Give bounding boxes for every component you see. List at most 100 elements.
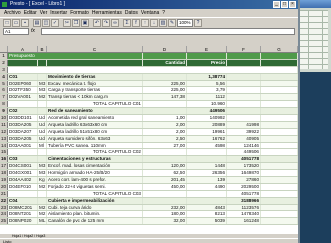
cell-empty[interactable] xyxy=(261,177,298,183)
cell-amount[interactable]: 4051778 xyxy=(227,156,261,163)
row-number[interactable]: 19 xyxy=(0,177,8,183)
column-header-d[interactable]: D xyxy=(143,46,187,52)
autosum-icon[interactable]: Σ xyxy=(123,19,131,27)
cell-code[interactable]: D02EP060 xyxy=(8,80,38,87)
cell-empty[interactable] xyxy=(261,190,298,197)
cell-empty[interactable] xyxy=(261,204,298,211)
menu-ventana[interactable]: Ventana xyxy=(141,9,159,17)
menu-help[interactable]: ? xyxy=(162,9,165,17)
cell-quantity[interactable]: 225,00 xyxy=(143,80,187,87)
cell-code[interactable] xyxy=(8,190,38,197)
row-number[interactable]: 3 xyxy=(0,66,8,73)
cell-quantity[interactable]: 2,00 xyxy=(143,121,187,128)
cell-empty[interactable] xyxy=(261,218,298,225)
cell-quantity[interactable] xyxy=(143,156,187,163)
cell-quantity[interactable]: 2,50 xyxy=(143,135,187,142)
cell-amount[interactable] xyxy=(227,94,261,101)
cell-code[interactable]: D02TF350 xyxy=(8,87,38,94)
cell-price[interactable] xyxy=(187,156,227,163)
cell-quantity[interactable]: 120,00 xyxy=(143,163,187,170)
cell-description[interactable]: Hormigón armado HA-25/B/20 xyxy=(47,170,143,177)
formula-input[interactable] xyxy=(41,28,295,35)
cell-quantity[interactable] xyxy=(143,101,187,108)
cell-description[interactable]: Acero corr. lam-400 s prefor. xyxy=(47,177,143,183)
cell-empty[interactable] xyxy=(261,108,298,115)
paste-icon[interactable]: ▣ xyxy=(81,19,89,27)
cell-unit[interactable]: Ud xyxy=(38,121,47,128)
cell-code[interactable]: D03DA205 xyxy=(8,135,38,142)
cell-quantity[interactable]: 62,50 xyxy=(143,170,187,177)
table-row[interactable]: 18 D04GX001 M3 Hormigón armado HA-25/B/20 62… xyxy=(0,170,298,178)
cell-unit[interactable]: M2 xyxy=(38,204,47,211)
new-file-icon[interactable]: □ xyxy=(3,19,11,27)
cell-unit[interactable]: Kg xyxy=(38,177,47,183)
row-number[interactable]: 10 xyxy=(0,115,8,121)
cell-unit[interactable]: M3 xyxy=(38,163,47,170)
help-icon[interactable]: ? xyxy=(194,19,202,27)
redo-icon[interactable]: ↷ xyxy=(102,19,110,27)
cell-price[interactable]: 1448 xyxy=(187,163,227,170)
row-number[interactable]: 15 xyxy=(0,149,8,156)
column-header-e[interactable]: E xyxy=(187,46,227,52)
zoom-select[interactable]: 100% xyxy=(177,19,193,27)
cell-description[interactable]: Carga y transporte tierras xyxy=(47,87,143,94)
row-number[interactable]: 20 xyxy=(0,183,8,190)
cut-icon[interactable]: ✂ xyxy=(63,19,71,27)
row-number[interactable]: 5 xyxy=(0,80,8,87)
cell-code[interactable]: D04CS001 xyxy=(8,163,38,170)
cell-amount[interactable]: 40905 xyxy=(227,135,261,142)
cell-unit[interactable] xyxy=(38,73,47,80)
row-number[interactable]: 18 xyxy=(0,170,8,177)
cell-quantity[interactable] xyxy=(143,149,187,156)
cell-price[interactable]: 4598 xyxy=(187,142,227,149)
cell-price[interactable]: 4490 xyxy=(187,183,227,190)
table-row[interactable]: 9 C02 Red de saneamiento 449506 xyxy=(0,108,298,116)
menu-datos[interactable]: Datos xyxy=(125,9,138,17)
cell-description[interactable]: TOTAL CAPITULO C02 xyxy=(47,149,143,156)
cell-empty[interactable] xyxy=(261,80,298,87)
column-title-row[interactable]: 2 Cantidad Precio xyxy=(0,59,298,67)
cell-amount[interactable]: 449506 xyxy=(227,149,261,156)
cell-price[interactable]: 1112 xyxy=(187,94,227,101)
maximize-button[interactable]: □ xyxy=(281,1,288,8)
cell-price[interactable]: 1,38774 xyxy=(187,73,227,80)
cell-empty[interactable] xyxy=(261,101,298,108)
cell-description[interactable]: Arqueta ladrillo 51x51x80 cm xyxy=(47,128,143,135)
cell-unit[interactable]: Ud xyxy=(38,135,47,142)
cell-empty[interactable] xyxy=(261,197,298,204)
cell-quantity[interactable]: 225,00 xyxy=(143,87,187,94)
cell-empty[interactable] xyxy=(261,128,298,135)
cell-code[interactable] xyxy=(8,149,38,156)
cell-empty[interactable] xyxy=(261,87,298,94)
header-cantidad[interactable]: Cantidad xyxy=(143,59,187,66)
cell-price[interactable]: 26356 xyxy=(187,170,227,177)
preview-icon[interactable]: ◫ xyxy=(42,19,50,27)
save-icon[interactable]: ▪ xyxy=(21,19,29,27)
menu-editar[interactable]: Editar xyxy=(24,9,37,17)
table-row[interactable]: 25 D08NP020 ML Canalón de pvc de 125 mm 32,0… xyxy=(0,218,298,226)
cell-code[interactable]: D03DA207 xyxy=(8,128,38,135)
table-row[interactable]: 5 D02EP060 M3 Excav. mecánica t. flojo 225,0… xyxy=(0,80,298,88)
table-row[interactable]: 7 D02VA001 M2 Transp tierras < 10km carg.m 1… xyxy=(0,94,298,102)
cell-price[interactable]: 139 xyxy=(187,177,227,183)
table-row[interactable]: 14 D03AA001 Ml Tubería PVC sanea. 110mm 27,0… xyxy=(0,142,298,150)
table-row[interactable]: 17 D04CS001 M3 Encof. mad. losas cimentació… xyxy=(0,163,298,171)
table-row[interactable]: 11 D03DA205 Ud Arqueta ladrillo 63x63x60 cm… xyxy=(0,121,298,129)
cell-quantity[interactable]: 27,00 xyxy=(143,142,187,149)
cell-quantity[interactable] xyxy=(143,73,187,80)
cell-unit[interactable]: Ml xyxy=(38,142,47,149)
minimize-button[interactable]: _ xyxy=(273,1,280,8)
table-row[interactable]: 24 D08NT201 M2 Aislamiento plan. bitumin. 18… xyxy=(0,211,298,219)
cell-code[interactable] xyxy=(8,101,38,108)
cell-empty[interactable] xyxy=(261,121,298,128)
cell-empty[interactable] xyxy=(261,73,298,80)
cell-unit[interactable] xyxy=(38,108,47,115)
column-header-a[interactable]: A xyxy=(8,46,38,52)
spellcheck-icon[interactable]: ✓ xyxy=(51,19,59,27)
row-number[interactable]: 16 xyxy=(0,156,8,163)
function-icon[interactable]: fx xyxy=(31,28,39,35)
cell-unit[interactable] xyxy=(38,149,47,156)
cell-code[interactable]: D02VA001 xyxy=(8,94,38,101)
header-desc[interactable] xyxy=(47,59,143,66)
row-number[interactable]: 8 xyxy=(0,101,8,108)
